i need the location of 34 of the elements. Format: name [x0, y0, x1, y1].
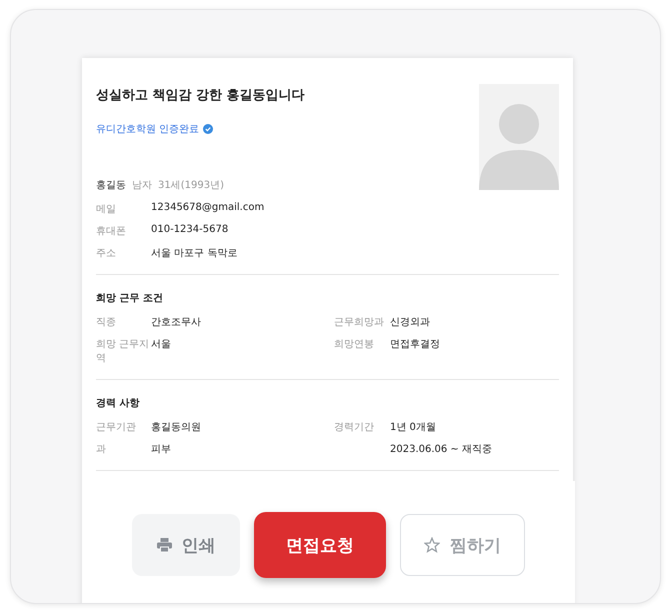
field-value: 서울 마포구 독막로	[151, 247, 238, 260]
person-name: 홍길동	[96, 179, 126, 192]
field-value: 면접후결정	[390, 339, 440, 350]
action-button[interactable]: 면접요청	[254, 512, 386, 578]
field-label: 휴대폰	[96, 225, 127, 238]
field-value: 1년 0개월	[390, 422, 436, 433]
age-text: 31세(1993년)	[158, 179, 224, 192]
printer-icon	[156, 538, 172, 552]
field-label: 직종	[96, 316, 117, 329]
field-value: 010-1234-5678	[151, 224, 230, 237]
field-value: 홍길동의원	[151, 421, 202, 434]
avatar-silhouette-icon	[479, 84, 559, 190]
field-label: 메일	[96, 203, 117, 216]
field-label: 희망 근무지역	[96, 338, 150, 365]
field-label: 과	[96, 443, 107, 456]
field-label: 희망연봉	[334, 339, 374, 350]
field-label: 근무희망과	[334, 317, 384, 328]
field-label: 경력기간	[334, 422, 374, 433]
gender-text: 남자	[132, 179, 152, 192]
field-value: 12345678@gmail.com	[151, 202, 266, 215]
field-label: 근무기관	[96, 421, 137, 434]
field-value: 서울	[151, 338, 172, 352]
action-button[interactable]: 인쇄	[132, 514, 240, 576]
section-title: 희망 근무 조건	[96, 292, 164, 305]
field-label: 주소	[96, 247, 117, 260]
section-title: 경력 사항	[96, 397, 140, 410]
field-value: 신경외과	[390, 317, 430, 328]
field-value: 2023.06.06 ~ 재직중	[390, 444, 492, 455]
field-value: 피부	[151, 443, 172, 456]
certification-label: 유디간호학원 인증완료	[96, 123, 200, 136]
field-value: 간호조무사	[151, 316, 202, 329]
action-button[interactable]: 찜하기	[400, 514, 525, 576]
resume-headline: 성실하고 책임감 강한 홍길동입니다	[96, 87, 305, 104]
star-icon	[424, 537, 440, 553]
